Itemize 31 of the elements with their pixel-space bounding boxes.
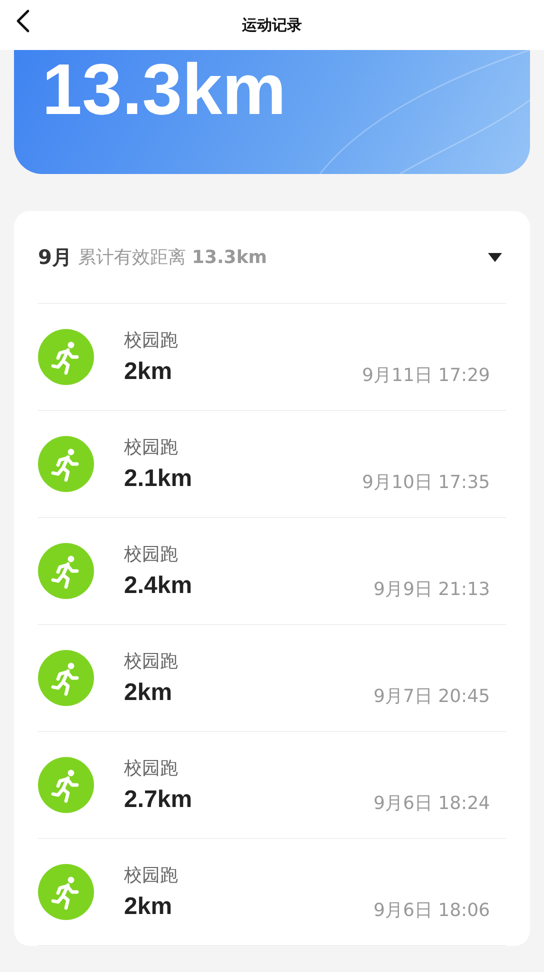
runner-icon — [38, 864, 94, 920]
record-distance: 2km — [124, 358, 174, 386]
page-title: 运动记录 — [242, 16, 302, 34]
runner-icon — [38, 329, 94, 385]
runner-icon — [38, 757, 94, 813]
runner-icon — [38, 650, 94, 706]
total-distance: 13.3km — [42, 50, 286, 130]
record-time: 9月9日 21:13 — [374, 578, 490, 601]
record-type: 校园跑 — [124, 864, 178, 887]
record-type: 校园跑 — [124, 436, 179, 459]
month-label: 9月 — [38, 244, 72, 270]
month-total: 13.3km — [192, 246, 268, 268]
record-time: 9月7日 20:45 — [374, 685, 490, 708]
record-time: 9月10日 17:35 — [362, 471, 490, 494]
record-type: 校园跑 — [124, 650, 178, 673]
runner-icon — [38, 543, 94, 599]
record-type: 校园跑 — [124, 329, 178, 352]
record-distance: 2km — [124, 893, 174, 921]
caret-icon[interactable] — [488, 252, 502, 262]
record-time: 9月6日 18:24 — [374, 792, 490, 815]
record-distance: 2.1km — [124, 465, 192, 493]
month-caption: 累计有效距离 — [78, 246, 186, 269]
record-time: 9月11日 17:29 — [362, 364, 490, 387]
runner-icon — [38, 436, 94, 492]
record-type: 校园跑 — [124, 757, 179, 780]
record-distance: 2.7km — [124, 786, 192, 814]
record-distance: 2.4km — [124, 572, 192, 600]
record-type: 校园跑 — [124, 543, 179, 566]
back-icon[interactable] — [16, 9, 30, 33]
record-distance: 2km — [124, 679, 174, 707]
record-time: 9月6日 18:06 — [374, 899, 490, 922]
